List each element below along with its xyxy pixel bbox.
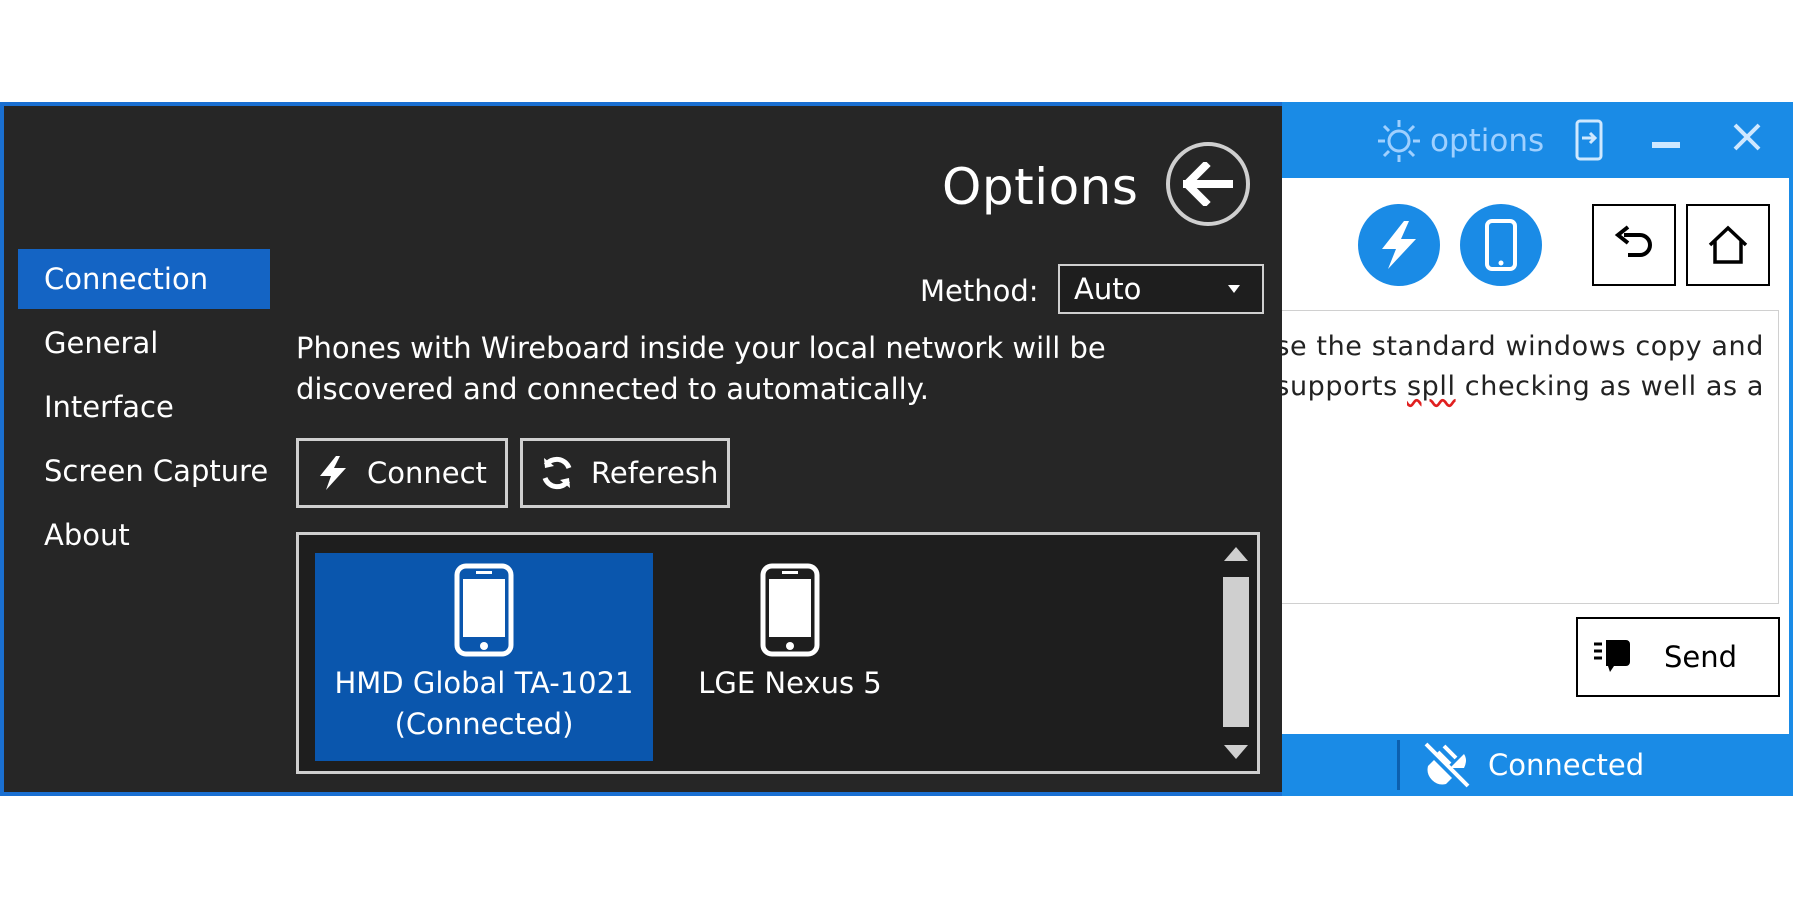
text-line: supports spll checking as well as a: [1282, 371, 1764, 402]
device-status: (Connected): [394, 707, 574, 741]
status-divider: [1397, 740, 1400, 790]
scroll-up-arrow-icon[interactable]: [1224, 547, 1248, 561]
misspelled-word[interactable]: spll: [1407, 371, 1456, 402]
send-label: Send: [1664, 640, 1738, 674]
sidebar-item-about[interactable]: About: [18, 505, 270, 565]
sidebar-item-interface[interactable]: Interface: [18, 377, 270, 437]
send-hand-icon: [1592, 634, 1634, 681]
flash-icon: [1382, 221, 1416, 269]
refresh-button[interactable]: Referesh: [520, 438, 730, 508]
quick-connect-button[interactable]: [1358, 204, 1440, 286]
home-icon: [1708, 225, 1748, 264]
method-select[interactable]: Auto: [1058, 264, 1264, 314]
options-title-button[interactable]: options: [1376, 118, 1544, 164]
refresh-label: Referesh: [591, 456, 719, 490]
connection-description: Phones with Wireboard inside your local …: [296, 331, 1106, 406]
home-button[interactable]: [1686, 204, 1770, 286]
title-bar: options: [1282, 102, 1789, 178]
device-list: HMD Global TA-1021 (Connected) LGE Nexus…: [296, 532, 1260, 774]
device-item-hmd-global[interactable]: HMD Global TA-1021 (Connected): [315, 553, 653, 761]
send-button[interactable]: Send: [1576, 617, 1780, 697]
method-label: Method:: [920, 274, 1039, 308]
app-window: Options Connection General Interface Scr…: [0, 102, 1793, 796]
phone-switch-icon: [1575, 119, 1603, 161]
text-line: se the standard windows copy and: [1282, 331, 1764, 362]
options-panel: Options Connection General Interface Scr…: [0, 102, 1282, 796]
sidebar-item-general[interactable]: General: [18, 313, 270, 373]
connect-button[interactable]: Connect: [296, 438, 508, 508]
gear-icon: [1378, 120, 1420, 162]
status-bar: Connected: [1282, 734, 1789, 796]
refresh-icon: [537, 453, 577, 493]
flash-icon: [313, 453, 353, 493]
smartphone-icon: [454, 563, 514, 657]
minimize-icon[interactable]: [1652, 142, 1680, 148]
main-window: options se the standard windows copy and…: [1282, 102, 1793, 796]
phone-button[interactable]: [1460, 204, 1542, 286]
scroll-down-arrow-icon[interactable]: [1224, 745, 1248, 759]
options-title: Options: [942, 158, 1139, 216]
smartphone-icon: [760, 563, 820, 657]
device-switch-button[interactable]: [1574, 118, 1604, 167]
arrow-left-icon: [1183, 162, 1233, 206]
device-list-scrollbar[interactable]: [1221, 547, 1251, 759]
sidebar-item-connection[interactable]: Connection: [18, 249, 270, 309]
device-name: HMD Global TA-1021: [334, 666, 634, 700]
options-title-label: options: [1430, 123, 1545, 159]
chevron-down-icon: [1228, 285, 1240, 293]
undo-icon: [1614, 225, 1652, 257]
options-sidebar: Connection General Interface Screen Capt…: [18, 249, 270, 569]
device-item-lge-nexus[interactable]: LGE Nexus 5: [621, 553, 959, 761]
undo-button[interactable]: [1592, 204, 1676, 286]
device-name: LGE Nexus 5: [698, 666, 882, 700]
back-button[interactable]: [1166, 142, 1250, 226]
connection-status-text: Connected: [1488, 748, 1645, 782]
connect-label: Connect: [367, 456, 487, 490]
scroll-thumb[interactable]: [1223, 577, 1249, 727]
close-icon[interactable]: [1730, 120, 1764, 159]
smartphone-icon: [1485, 219, 1517, 271]
message-text-area[interactable]: se the standard windows copy and support…: [1282, 310, 1779, 604]
disconnect-plug-icon[interactable]: [1420, 738, 1474, 797]
sidebar-item-screen-capture[interactable]: Screen Capture: [18, 441, 270, 501]
method-selected-value: Auto: [1074, 272, 1142, 306]
